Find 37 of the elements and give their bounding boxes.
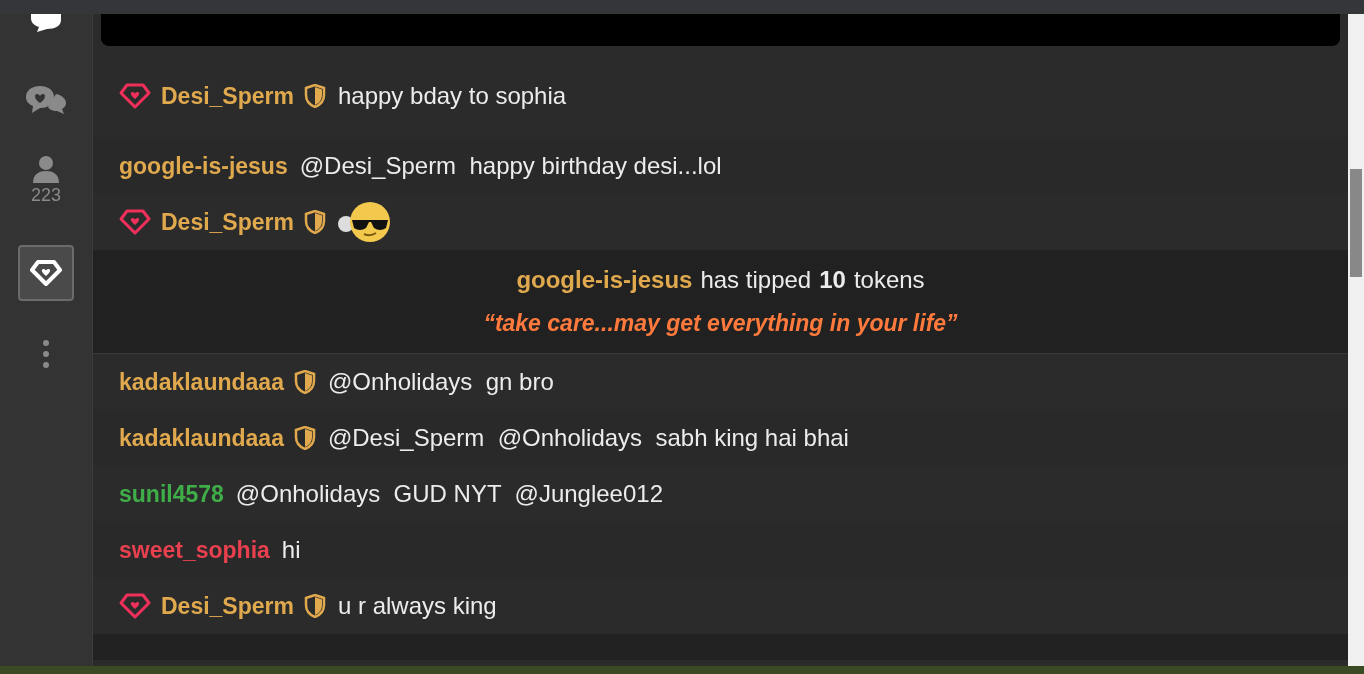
viewer-count: 223 <box>30 184 61 207</box>
shield-icon <box>293 426 316 450</box>
message-text: @Onholidays gn bro <box>327 367 554 397</box>
tip-unit: tokens <box>853 265 925 296</box>
tipper-username[interactable]: google-is-jesus <box>516 262 693 299</box>
username[interactable]: Desi_Sperm <box>161 588 294 624</box>
chat-bubbles-icon <box>24 84 68 116</box>
person-icon <box>31 154 61 184</box>
message-text: u r always king <box>337 591 497 621</box>
tip-note: “take care...may get everything in your life” <box>483 309 958 339</box>
message-text: @Desi_Sperm happy birthday desi...lol <box>299 151 722 181</box>
message-text: happy bday to sophia <box>337 81 567 111</box>
username[interactable]: kadaklaundaaa <box>119 364 284 400</box>
shield-icon <box>303 84 326 108</box>
sidebar-tab[interactable]: 223 <box>18 154 74 207</box>
scrollbar[interactable] <box>1348 14 1364 666</box>
message-text: hi <box>281 535 301 565</box>
username[interactable]: Desi_Sperm <box>161 204 294 240</box>
username[interactable]: kadaklaundaaa <box>119 420 284 456</box>
diamond-badge-icon <box>119 208 151 236</box>
username[interactable]: google-is-jesus <box>119 148 288 184</box>
diamond-icon <box>30 258 62 287</box>
shield-icon <box>303 210 326 234</box>
logo-icon <box>29 14 63 32</box>
tip-action: has tipped <box>700 265 812 296</box>
sidebar-tab[interactable] <box>18 244 74 301</box>
username[interactable]: sunil4578 <box>119 476 224 512</box>
username[interactable]: Desi_Sperm <box>161 78 294 114</box>
tip-amount: 10 <box>819 265 846 296</box>
more-vertical-icon <box>42 338 50 369</box>
username[interactable]: sweet_sophia <box>119 532 270 568</box>
shield-icon <box>293 370 316 394</box>
message-text: @Onholidays GUD NYT @Junglee012 <box>235 479 663 509</box>
diamond-badge-icon <box>119 82 151 110</box>
shield-icon <box>303 594 326 618</box>
diamond-badge-icon <box>119 592 151 620</box>
message-text: @Desi_Sperm @Onholidays sabh king hai bhai <box>327 423 849 453</box>
